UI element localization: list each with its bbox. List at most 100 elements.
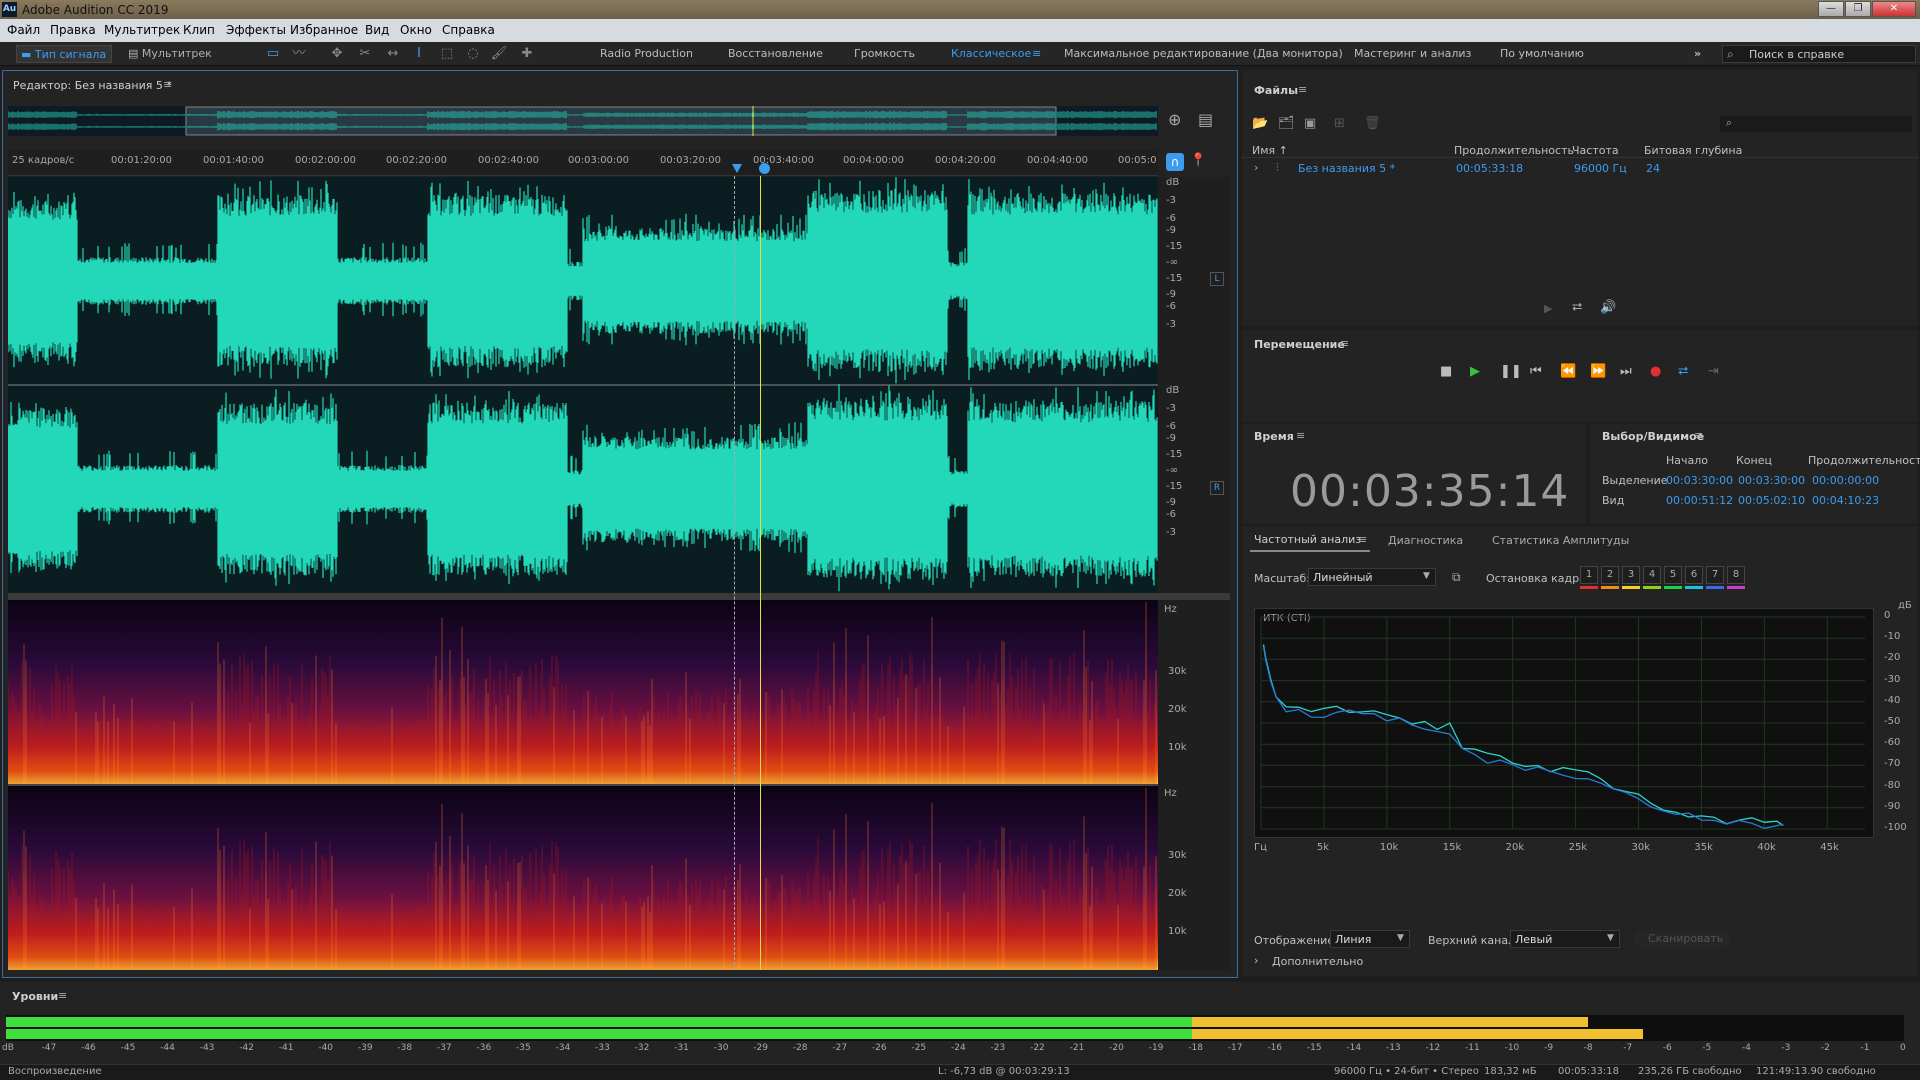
zoom-to-fit-icon[interactable]: ⊕ xyxy=(1168,110,1181,129)
menu-file[interactable]: Файл xyxy=(7,23,40,37)
pitch-display-icon[interactable]: 〰 xyxy=(290,46,308,62)
display-select[interactable]: Линия ▼ xyxy=(1330,930,1410,948)
col-depth[interactable]: Битовая глубина xyxy=(1644,144,1742,157)
timeline-settings-icon[interactable]: ▤ xyxy=(1198,110,1213,129)
hold-frame-button-1[interactable]: 1 xyxy=(1580,566,1598,584)
selection-start[interactable]: 00:03:30:00 xyxy=(1666,474,1733,487)
channel-l-toggle[interactable]: L xyxy=(1210,272,1224,286)
open-file-icon[interactable]: 📂 xyxy=(1252,116,1268,131)
time-menu-icon[interactable]: ≡ xyxy=(1296,429,1305,442)
tab-frequency-analysis[interactable]: Частотный анализ xyxy=(1254,533,1361,546)
current-time-display[interactable]: 00:03:35:14 xyxy=(1290,466,1569,517)
hold-frame-button-4[interactable]: 4 xyxy=(1643,566,1661,584)
workspace-classic[interactable]: Классическое xyxy=(951,47,1031,60)
view-duration[interactable]: 00:04:10:23 xyxy=(1812,494,1879,507)
marquee-tool-icon[interactable]: ⬚ xyxy=(438,46,456,62)
view-end[interactable]: 00:05:02:10 xyxy=(1738,494,1805,507)
marker-pin-icon[interactable]: 📍 xyxy=(1190,153,1206,168)
playhead-line[interactable] xyxy=(760,176,761,970)
menu-window[interactable]: Окно xyxy=(400,23,432,37)
snap-icon[interactable]: ∩ xyxy=(1166,153,1184,171)
menu-help[interactable]: Справка xyxy=(442,23,495,37)
selection-end[interactable]: 00:03:30:00 xyxy=(1738,474,1805,487)
rewind-icon[interactable]: ⏪ xyxy=(1560,364,1576,379)
fast-forward-icon[interactable]: ⏩ xyxy=(1590,364,1606,379)
workspace-mastering[interactable]: Мастеринг и анализ xyxy=(1354,47,1471,60)
play-icon[interactable]: ▶ xyxy=(1470,364,1480,379)
tab-diagnostics[interactable]: Диагностика xyxy=(1388,534,1463,547)
col-rate[interactable]: Частота xyxy=(1572,144,1619,157)
close-button[interactable]: ✕ xyxy=(1872,1,1916,17)
scale-select[interactable]: Линейный ▼ xyxy=(1308,568,1436,586)
hold-frame-button-6[interactable]: 6 xyxy=(1685,566,1703,584)
pause-icon[interactable]: ❚❚ xyxy=(1500,364,1522,379)
table-row[interactable]: › ⫶ Без названия 5 * 00:05:33:18 96000 Г… xyxy=(1242,160,1918,176)
slip-tool-icon[interactable]: ↔ xyxy=(384,46,402,62)
hold-frame-button-8[interactable]: 8 xyxy=(1727,566,1745,584)
selection-duration[interactable]: 00:00:00:00 xyxy=(1812,474,1879,487)
menu-effects[interactable]: Эффекты xyxy=(226,23,286,37)
workspace-default[interactable]: По умолчанию xyxy=(1500,47,1584,60)
skip-selection-icon[interactable]: ⇥ xyxy=(1708,364,1719,379)
minimize-button[interactable]: — xyxy=(1818,1,1844,17)
spectral-divider[interactable] xyxy=(8,593,1230,600)
col-name[interactable]: Имя ↑ xyxy=(1252,144,1288,157)
col-duration[interactable]: Продолжительность xyxy=(1454,144,1574,157)
selection-menu-icon[interactable]: ≡ xyxy=(1694,429,1703,442)
workspace-max-edit[interactable]: Максимальное редактирование (Два монитор… xyxy=(1064,47,1343,60)
transport-menu-icon[interactable]: ≡ xyxy=(1340,337,1349,350)
overview-navigator[interactable] xyxy=(7,106,1158,136)
hold-frame-button-2[interactable]: 2 xyxy=(1601,566,1619,584)
channel-r-toggle[interactable]: R xyxy=(1210,481,1224,495)
new-file-icon[interactable]: ▣ xyxy=(1304,116,1316,131)
time-selection-tool-icon[interactable]: I xyxy=(410,46,428,62)
advanced-expand-icon[interactable]: › xyxy=(1254,954,1258,967)
loop-icon[interactable]: ⮂ xyxy=(1678,364,1688,379)
frequency-graph[interactable]: ИТК (СТI) xyxy=(1254,608,1874,838)
menu-view[interactable]: Вид xyxy=(365,23,389,37)
help-search-input[interactable]: ⌕ Поиск в справке xyxy=(1722,45,1916,63)
menu-edit[interactable]: Правка xyxy=(50,23,96,37)
lasso-tool-icon[interactable]: ◌ xyxy=(464,46,482,62)
stop-icon[interactable]: ■ xyxy=(1440,364,1452,379)
workspace-radio[interactable]: Radio Production xyxy=(600,47,693,60)
move-tool-icon[interactable]: ✥ xyxy=(328,46,346,62)
razor-tool-icon[interactable]: ✂ xyxy=(356,46,374,62)
hold-frame-button-3[interactable]: 3 xyxy=(1622,566,1640,584)
healing-tool-icon[interactable]: ✚ xyxy=(518,46,536,62)
hold-frame-button-7[interactable]: 7 xyxy=(1706,566,1724,584)
waveform-display[interactable] xyxy=(7,175,1158,593)
files-search-input[interactable]: ⌕ xyxy=(1720,116,1912,132)
editor-menu-icon[interactable]: ≡ xyxy=(163,78,172,91)
maximize-button[interactable]: ❐ xyxy=(1845,1,1871,17)
tab-amplitude-statistics[interactable]: Статистика Амплитуды xyxy=(1492,534,1629,547)
hold-frame-button-5[interactable]: 5 xyxy=(1664,566,1682,584)
spectral-display[interactable] xyxy=(7,600,1158,970)
record-icon[interactable]: ● xyxy=(1650,364,1661,379)
preview-loop-icon[interactable]: ⮂ xyxy=(1572,300,1582,315)
brush-tool-icon[interactable]: 🖌 xyxy=(490,46,508,62)
waveform-view-button[interactable]: ▬ Тип сигнала xyxy=(16,45,112,63)
files-menu-icon[interactable]: ≡ xyxy=(1298,83,1307,96)
spectral-display-icon[interactable]: ▭ xyxy=(264,46,282,62)
menu-favorites[interactable]: Избранное xyxy=(290,23,358,37)
expand-icon[interactable]: › xyxy=(1254,161,1258,174)
channel-select[interactable]: Левый ▼ xyxy=(1510,930,1620,948)
menu-clip[interactable]: Клип xyxy=(183,23,215,37)
workspace-restoration[interactable]: Восстановление xyxy=(728,47,823,60)
go-to-end-icon[interactable]: ⏭ xyxy=(1620,364,1632,379)
go-to-start-icon[interactable]: ⏮ xyxy=(1530,364,1542,379)
levels-menu-icon[interactable]: ≡ xyxy=(58,989,67,1002)
import-file-icon[interactable]: 🗂 xyxy=(1278,116,1295,131)
playhead-handle[interactable] xyxy=(759,163,770,174)
copy-graph-icon[interactable]: ⧉ xyxy=(1452,570,1461,585)
analysis-menu-icon[interactable]: ≡ xyxy=(1358,533,1367,546)
menu-multitrack[interactable]: Мультитрек xyxy=(104,23,180,37)
workspace-loudness[interactable]: Громкость xyxy=(854,47,915,60)
workspace-menu-icon[interactable]: ≡ xyxy=(1032,47,1041,60)
multitrack-view-button[interactable]: ▤ Мультитрек xyxy=(124,45,220,63)
preview-volume-icon[interactable]: 🔊 xyxy=(1600,300,1616,315)
view-start[interactable]: 00:00:51:12 xyxy=(1666,494,1733,507)
more-workspaces-icon[interactable]: » xyxy=(1694,47,1701,60)
time-ruler[interactable]: 25 кадров/с 00:01:20:00 00:01:40:00 00:0… xyxy=(8,150,1158,176)
